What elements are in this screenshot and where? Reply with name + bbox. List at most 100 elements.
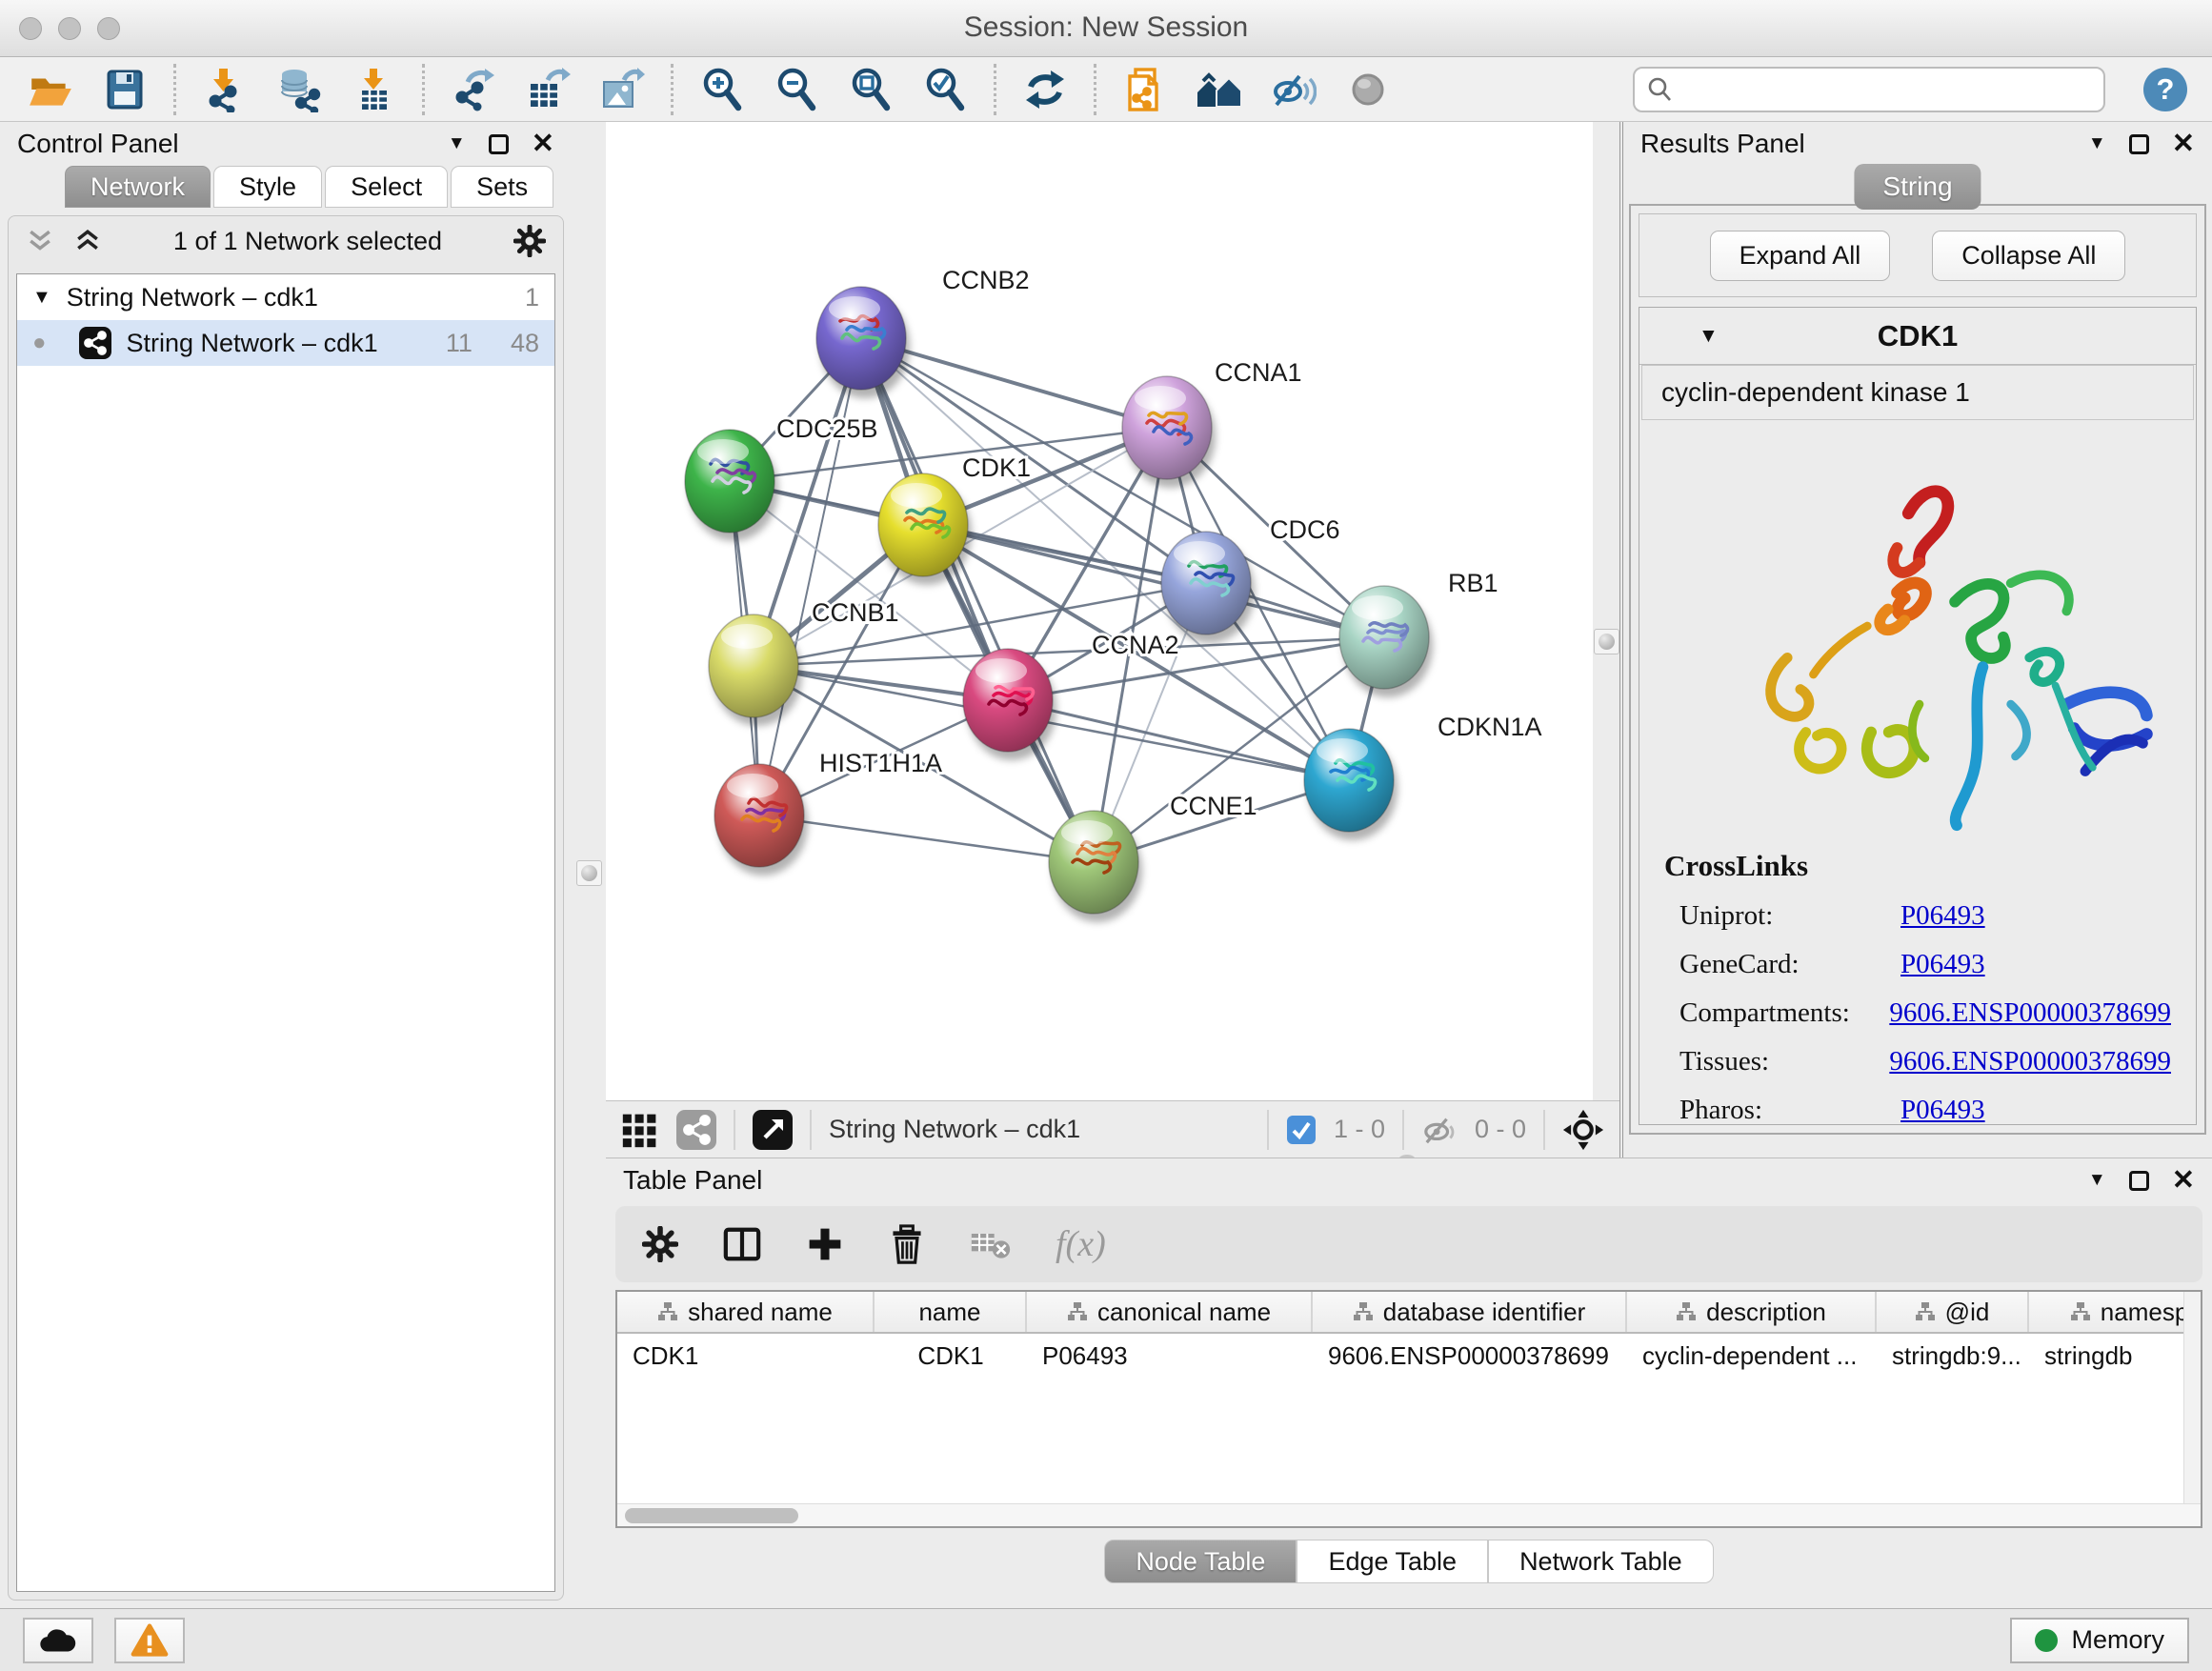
table-row[interactable]: CDK1CDK1P064939606.ENSP00000378699cyclin… — [617, 1334, 2201, 1378]
export-table-button[interactable] — [522, 63, 573, 116]
network-node-hist1h1a[interactable] — [714, 764, 808, 876]
zoom-fit-button[interactable] — [845, 63, 896, 116]
import-network-file-button[interactable] — [199, 63, 251, 116]
panel-menu-icon[interactable]: ▼ — [448, 133, 466, 154]
tab-node-table[interactable]: Node Table — [1104, 1540, 1297, 1583]
column-header-id[interactable]: @id — [1877, 1292, 2029, 1332]
network-node-ccna1[interactable] — [1122, 376, 1216, 488]
expand-all-icon[interactable] — [73, 229, 102, 253]
birds-eye-view-icon[interactable] — [753, 1110, 793, 1150]
crosslink-link[interactable]: P06493 — [1900, 900, 1985, 932]
right-splitter-handle[interactable] — [1594, 629, 1619, 654]
gear-icon[interactable] — [513, 225, 546, 257]
column-header-name[interactable]: name — [875, 1292, 1027, 1332]
show-columns-icon[interactable] — [722, 1224, 762, 1264]
collapse-all-icon[interactable] — [26, 229, 54, 253]
collapse-section-icon[interactable]: ▼ — [1699, 325, 1719, 348]
network-view-icon[interactable] — [676, 1110, 716, 1150]
network-row[interactable]: ● String Network – cdk1 11 48 — [17, 320, 554, 366]
tab-select[interactable]: Select — [325, 166, 448, 208]
table-cell[interactable]: P06493 — [1027, 1341, 1313, 1371]
grid-view-icon[interactable] — [621, 1111, 659, 1149]
crosslink-link[interactable]: 9606.ENSP00000378699 — [1889, 1046, 2171, 1077]
panel-menu-icon[interactable]: ▼ — [2088, 133, 2106, 154]
expand-all-button[interactable]: Expand All — [1710, 231, 1891, 281]
import-network-database-button[interactable] — [273, 63, 325, 116]
selected-checkbox-icon[interactable] — [1286, 1115, 1317, 1145]
panel-close-icon[interactable]: ✕ — [2172, 1167, 2195, 1195]
tab-network-table[interactable]: Network Table — [1488, 1540, 1714, 1583]
new-network-from-selection-button[interactable] — [1119, 63, 1171, 116]
network-node-cdkn1a[interactable] — [1304, 729, 1398, 840]
table-vertical-scrollbar[interactable] — [2183, 1292, 2201, 1503]
memory-button[interactable]: Memory — [2010, 1618, 2189, 1663]
cloud-button[interactable] — [23, 1618, 93, 1663]
panel-close-icon[interactable]: ✕ — [532, 131, 554, 158]
crosshair-icon[interactable] — [1562, 1109, 1604, 1151]
column-header-canonicalname[interactable]: canonical name — [1027, 1292, 1313, 1332]
import-table-button[interactable] — [348, 63, 399, 116]
delete-column-icon[interactable] — [888, 1224, 926, 1264]
panel-float-icon[interactable] — [2129, 134, 2149, 154]
function-builder-icon[interactable]: f(x) — [1056, 1223, 1106, 1265]
table-cell[interactable]: stringdb — [2029, 1341, 2202, 1371]
column-header-description[interactable]: description — [1627, 1292, 1877, 1332]
hidden-eye-icon[interactable] — [1421, 1114, 1458, 1146]
table-cell[interactable]: stringdb:9... — [1877, 1341, 2029, 1371]
network-node-cdk1[interactable] — [878, 473, 972, 585]
eye-disabled-button[interactable] — [1342, 63, 1394, 116]
window-minimize-button[interactable] — [58, 17, 81, 40]
open-session-button[interactable] — [25, 63, 76, 116]
window-close-button[interactable] — [19, 17, 42, 40]
tree-expand-icon[interactable]: ▼ — [32, 287, 51, 309]
string-home-button[interactable] — [1194, 63, 1245, 116]
add-column-icon[interactable] — [806, 1225, 844, 1263]
tab-network[interactable]: Network — [65, 166, 211, 208]
zoom-in-button[interactable] — [696, 63, 748, 116]
right-splitter[interactable] — [1593, 122, 1619, 1100]
left-splitter[interactable] — [572, 122, 606, 1608]
show-hide-graphics-button[interactable] — [1268, 63, 1319, 116]
network-node-cdc25b[interactable] — [685, 430, 778, 541]
network-node-ccna2[interactable] — [963, 649, 1056, 760]
network-node-ccnb2[interactable] — [816, 287, 910, 398]
zoom-out-button[interactable] — [771, 63, 822, 116]
node-table[interactable]: shared namenamecanonical namedatabase id… — [615, 1290, 2202, 1528]
panel-close-icon[interactable]: ✕ — [2172, 131, 2195, 158]
tab-style[interactable]: Style — [213, 166, 322, 208]
column-header-sharedname[interactable]: shared name — [617, 1292, 875, 1332]
network-node-cdc6[interactable] — [1161, 532, 1255, 643]
network-edge[interactable] — [754, 637, 1384, 666]
tab-sets[interactable]: Sets — [451, 166, 553, 208]
table-horizontal-scrollbar[interactable] — [617, 1503, 2201, 1526]
table-cell[interactable]: 9606.ENSP00000378699 — [1313, 1341, 1627, 1371]
network-node-rb1[interactable] — [1339, 586, 1433, 697]
left-splitter-handle[interactable] — [576, 860, 602, 886]
warnings-button[interactable] — [114, 1618, 185, 1663]
network-edge[interactable] — [759, 815, 1094, 862]
crosslink-link[interactable]: P06493 — [1900, 949, 1985, 980]
column-header-namespace[interactable]: namespace — [2029, 1292, 2202, 1332]
network-node-ccnb1[interactable] — [709, 614, 802, 726]
panel-float-icon[interactable] — [2129, 1171, 2149, 1191]
toolbar-search[interactable] — [1633, 67, 2105, 112]
network-canvas[interactable]: CCNB2CCNA1CDC25BCDK1CDC6RB1CCNB1CCNA2CDK… — [606, 122, 1593, 1100]
tab-string[interactable]: String — [1854, 164, 1981, 210]
network-node-ccne1[interactable] — [1049, 811, 1142, 922]
protein-card-header[interactable]: ▼ CDK1 — [1639, 308, 2196, 365]
delete-table-icon[interactable] — [970, 1228, 1012, 1260]
save-session-button[interactable] — [99, 63, 151, 116]
network-collection-row[interactable]: ▼ String Network – cdk1 1 — [17, 274, 554, 320]
zoom-selected-button[interactable] — [919, 63, 971, 116]
network-edge[interactable] — [759, 338, 861, 815]
export-network-button[interactable] — [448, 63, 499, 116]
tab-edge-table[interactable]: Edge Table — [1297, 1540, 1488, 1583]
panel-menu-icon[interactable]: ▼ — [2088, 1170, 2106, 1191]
export-image-button[interactable] — [596, 63, 648, 116]
table-cell[interactable]: cyclin-dependent ... — [1627, 1341, 1877, 1371]
window-zoom-button[interactable] — [97, 17, 120, 40]
panel-float-icon[interactable] — [489, 134, 509, 154]
network-edge[interactable] — [1008, 700, 1349, 780]
refresh-button[interactable] — [1019, 63, 1071, 116]
scrollbar-thumb[interactable] — [625, 1508, 798, 1523]
